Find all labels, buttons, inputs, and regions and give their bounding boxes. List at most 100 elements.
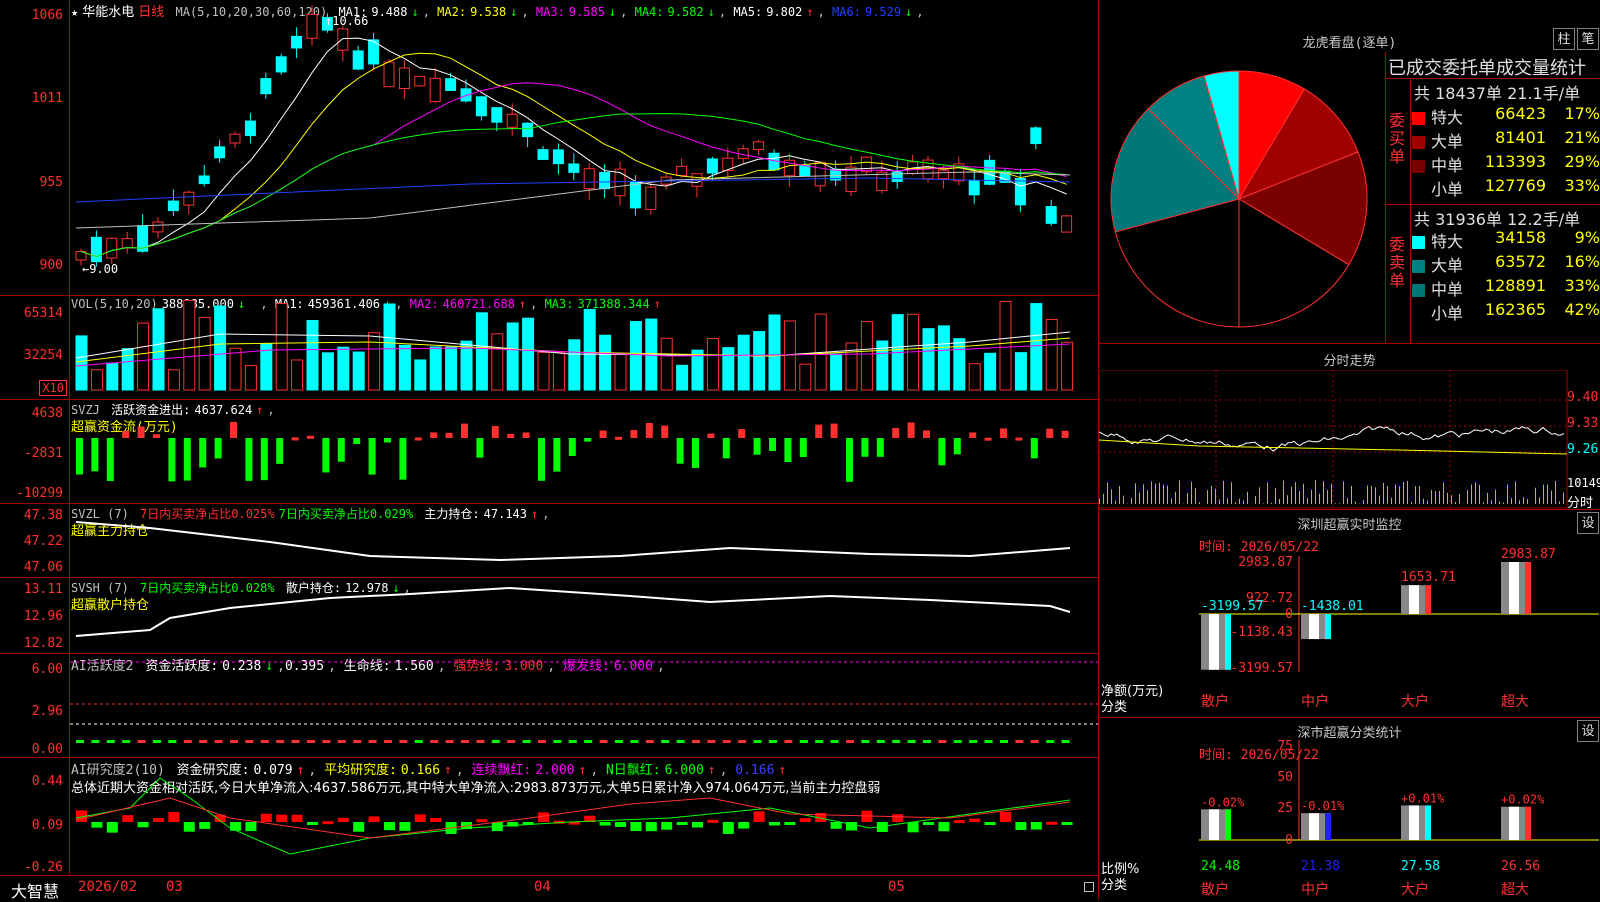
flow-bar [846,438,853,482]
y-tick: 955 [40,175,63,190]
volume-bar [353,352,364,390]
research-bar [91,822,102,828]
monitor-panel: 深圳超赢实时监控 设 时间: 2026/05/22 2983.87922.720… [1098,510,1600,718]
intraday-volume [1475,482,1476,504]
tick-mode-button[interactable]: 笔 [1577,28,1599,50]
flow-bar [461,424,468,438]
retail-holding-chart[interactable] [70,578,1098,654]
candle-body [230,134,240,143]
bar-highlight [1409,805,1419,840]
flow-bar [384,438,391,442]
intraday-volume [1507,484,1508,504]
volume-bar [168,370,179,390]
ma5-line [76,172,1070,228]
activity-bar [908,740,916,743]
research-bar [938,822,949,831]
svsh-pane[interactable]: 13.11 12.96 12.82 SVSH (7) 7日内买卖净占比0.028… [0,578,1098,654]
volume-bar [1046,319,1057,390]
candle-body [446,79,456,91]
volume-bar [1000,302,1011,390]
ai-activity-pane[interactable]: 6.00 2.96 0.00 AI活跃度2 资金活跃度:0.238↓,0.395… [0,654,1098,758]
main-holding-chart[interactable] [70,504,1098,578]
ai-activity-chart[interactable] [70,654,1098,758]
volume-bar [1031,304,1042,390]
bar-highlight [1509,807,1519,840]
volume-pane[interactable]: 65314 32254 X10 VOL(5,10,20)388985.000↓ … [0,296,1098,400]
row-value: 162365 [1485,300,1546,319]
flow-bar [353,438,360,444]
ai-research-chart[interactable] [70,758,1098,876]
volume-bar [476,313,487,390]
activity-bar [815,740,823,743]
y-tick: 32254 [24,348,63,363]
activity-bar [230,740,238,743]
research-bar [954,820,965,823]
candlestick-chart[interactable] [70,0,1098,296]
category-label: 超大 [1501,694,1529,710]
intraday-volume [1431,490,1432,504]
row-label: 小单 [1431,180,1463,199]
intraday-volume [1535,488,1536,504]
intraday-volume [1411,502,1412,504]
ratio-bar-chart: 755025024.48散户-0.02%21.38中户-0.01%27.58大户… [1099,718,1600,900]
flow-bar [76,438,83,474]
order-row: 小单12776933% [1412,176,1600,200]
intraday-chart[interactable] [1099,370,1569,510]
activity-bar [584,740,592,743]
x-tick: 03 [166,879,183,895]
intraday-volume [1107,483,1108,504]
intraday-title: 分时走势 [1099,350,1600,369]
flow-bar [230,422,237,438]
row-label: 小单 [1431,304,1463,323]
flow-bar [492,426,499,438]
category-bar [1201,614,1231,670]
row-value: 66423 [1495,104,1546,123]
volume-bar [707,338,718,390]
y-tick: 2.96 [32,704,63,719]
intraday-volume [1427,500,1428,504]
flow-bar [184,438,191,481]
bar-mode-button[interactable]: 柱 [1553,28,1575,50]
volume-bar [384,304,395,390]
bar-highlight [1309,614,1319,639]
research-bar [322,821,333,824]
volume-chart[interactable] [70,296,1098,400]
research-bar [245,822,256,831]
research-bar [399,822,410,831]
activity-bar [723,740,731,743]
flow-bar [815,425,822,438]
flow-bar [707,434,714,438]
activity-bar [938,740,946,743]
candle-body [353,51,363,69]
value-label: 1653.71 [1401,570,1456,585]
research-bar [738,822,749,829]
candle-body [1062,216,1072,232]
candle-body [199,176,209,184]
svzj-pane[interactable]: 4638 -2831 -10299 SVZJ 活跃资金进出:4637.624↑,… [0,400,1098,504]
activity-bar [661,740,669,743]
ai-research-pane[interactable]: 0.44 0.09 -0.26 AI研究度2(10) 资金研究度:0.079↑,… [0,758,1098,876]
bar-highlight [1309,813,1319,840]
lock-icon[interactable] [1084,882,1094,892]
y-tick: 47.06 [24,560,63,575]
fund-flow-chart[interactable] [70,400,1098,504]
volume-bar [107,363,118,390]
bar-highlight [1509,562,1519,614]
candle-body [615,169,625,196]
flow-bar [307,436,314,439]
y-tick: 9.26 [1567,442,1598,457]
kline-pane[interactable]: 1066 1011 955 900 ★华能水电日线 MA(5,10,20,30,… [0,0,1098,296]
flow-bar [538,438,545,481]
volume-bar [831,354,842,390]
intraday-volume [1443,483,1444,504]
research-bar [292,815,303,822]
intraday-panel[interactable]: 分时走势 9.40 9.33 9.26 10149 分时 [1098,344,1600,510]
intraday-volume [1447,493,1448,504]
activity-bar [353,740,361,743]
research-bar [261,814,272,822]
intraday-volume [1559,501,1560,504]
volume-bar [985,353,996,390]
research-bar [1000,812,1011,822]
color-swatch [1412,260,1425,273]
svzl-pane[interactable]: 47.38 47.22 47.06 SVZL (7) 7日内买卖净占比0.025… [0,504,1098,578]
